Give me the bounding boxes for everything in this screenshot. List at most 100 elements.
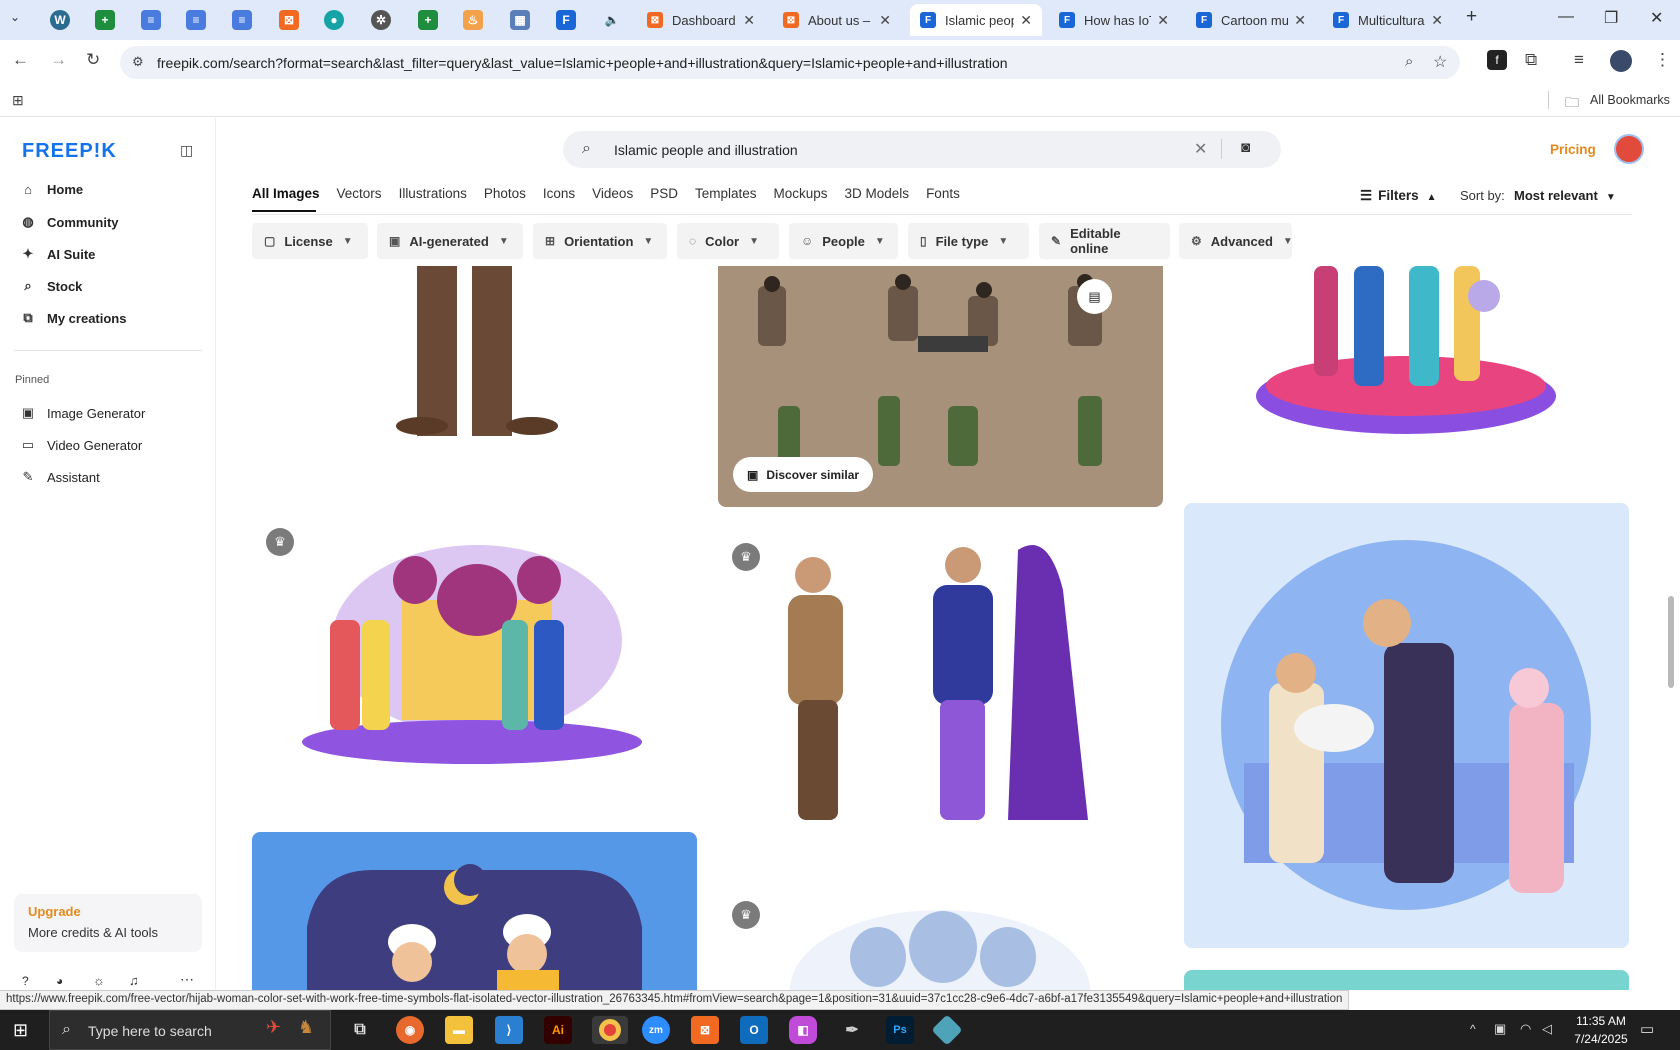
docs-icon[interactable]: ≡ [232,10,252,30]
result-image[interactable] [1184,266,1629,456]
notification-icon[interactable]: ▭ [1640,1020,1654,1038]
task-view-icon[interactable]: ⧉ [346,1016,374,1044]
filters-toggle[interactable]: ☰ Filters ▲ [1360,188,1437,204]
site-settings-icon[interactable]: ⚙ [132,54,144,70]
media-control-icon[interactable]: ≡ [1574,50,1584,70]
sidebar-item-image-generator[interactable]: ▣ Image Generator [20,405,145,421]
firefox-icon[interactable]: ◉ [396,1016,424,1044]
tab-vectors[interactable]: Vectors [337,186,382,206]
extensions-puzzle-icon[interactable]: ⧉ [1525,50,1537,70]
taskbar-search-box[interactable]: ⌕ Type here to search ✈ ♞ [49,1010,331,1050]
windows-start-icon[interactable]: ⊞ [13,1020,28,1041]
tab-icons[interactable]: Icons [543,186,575,206]
help-icon[interactable]: ? [22,974,29,988]
freepik-icon[interactable]: F [556,10,576,30]
forward-icon[interactable]: → [50,50,67,70]
close-icon[interactable]: ✕ [1157,12,1169,29]
save-collection-icon[interactable]: ▤ [1077,279,1112,314]
upgrade-card[interactable]: Upgrade More credits & AI tools [14,894,202,952]
docs-icon[interactable]: ≡ [141,10,161,30]
tab-dashboard[interactable]: ⊠ Dashboard ‹ ✕ [637,4,765,36]
sidebar-item-assistant[interactable]: ✎ Assistant [20,469,100,485]
pen-tool-icon[interactable]: ✒ [838,1016,866,1044]
close-icon[interactable]: ✕ [743,12,755,29]
camera-icon[interactable]: ◙ [1241,139,1250,156]
zoom-icon[interactable]: ⌕ [1405,53,1413,70]
page-scrollbar[interactable] [1668,596,1674,688]
result-image[interactable] [1184,970,1629,990]
close-icon[interactable]: ✕ [879,12,891,29]
wordpress-icon[interactable]: W [50,10,70,30]
network-icon[interactable]: ▣ [1494,1021,1506,1037]
sidebar-item-my-creations[interactable]: ⧉ My creations [20,310,126,326]
chrome-icon[interactable] [592,1016,628,1044]
menu-dots-icon[interactable]: ⋮ [1654,50,1671,70]
xampp-icon[interactable]: ⊠ [279,10,299,30]
collapse-sidebar-icon[interactable]: ◫ [180,142,193,159]
result-image[interactable] [1184,503,1629,948]
extension-icon[interactable]: f [1487,50,1507,70]
xampp-icon[interactable]: ⊠ [691,1016,719,1044]
sidebar-item-video-generator[interactable]: ▭ Video Generator [20,437,142,453]
sidebar-item-stock[interactable]: ⌕ Stock [20,278,82,294]
new-tab-icon[interactable]: + [1466,6,1477,28]
discord-icon[interactable]: ◕ [56,974,63,988]
speaker-icon[interactable]: 🔈 [602,10,622,30]
search-input[interactable]: Islamic people and illustration [614,142,798,158]
tab-all-images[interactable]: All Images [252,186,320,206]
photos-icon[interactable]: ◧ [789,1016,817,1044]
back-icon[interactable]: ← [12,50,29,70]
tab-iot[interactable]: F How has IoT ✕ [1049,4,1179,36]
wifi-icon[interactable]: ◠ [1520,1021,1531,1037]
tab-islamic-people[interactable]: F Islamic peop ✕ [910,4,1042,36]
filter-ai-generated[interactable]: ▣ AI-generated ▼ [377,223,523,259]
filter-file-type[interactable]: ▯ File type ▼ [908,223,1029,259]
theme-icon[interactable]: ☼ [93,973,105,988]
tab-photos[interactable]: Photos [484,186,526,206]
profile-avatar[interactable] [1610,50,1632,72]
grid-app-icon[interactable]: ▦ [510,10,530,30]
bell-icon[interactable]: ♫ [129,973,139,988]
all-bookmarks-link[interactable]: All Bookmarks [1590,93,1670,107]
pricing-link[interactable]: Pricing [1550,142,1596,157]
result-image[interactable]: ▤ ▣ Discover similar [718,266,1163,507]
tab-mockups[interactable]: Mockups [774,186,828,206]
app-icon[interactable]: ● [324,10,344,30]
tab-cartoon[interactable]: F Cartoon mu ✕ [1186,4,1316,36]
clear-search-icon[interactable]: ✕ [1194,139,1207,159]
tab-videos[interactable]: Videos [592,186,633,206]
outlook-icon[interactable]: O [740,1016,768,1044]
bookmark-star-icon[interactable]: ☆ [1433,52,1447,72]
close-window-icon[interactable]: ✕ [1650,8,1663,28]
minimize-icon[interactable]: — [1558,8,1574,26]
tab-about[interactable]: ⊠ About us – ‹ ✕ [773,4,901,36]
tray-chevron-icon[interactable]: ^ [1470,1022,1476,1036]
filter-orientation[interactable]: ⊞ Orientation ▼ [533,223,667,259]
discover-similar-button[interactable]: ▣ Discover similar [733,457,874,492]
user-avatar[interactable] [1614,134,1644,164]
filter-license[interactable]: ▢ License ▼ [252,223,368,259]
url-text[interactable]: freepik.com/search?format=search&last_fi… [157,55,1008,71]
clock-time[interactable]: 11:35 AM [1566,1014,1636,1028]
sort-select[interactable]: Most relevant ▼ [1514,188,1616,203]
tab-templates[interactable]: Templates [695,186,757,206]
sheets-icon[interactable]: + [95,10,115,30]
result-image[interactable]: ♛ [718,887,1163,990]
search-bar[interactable]: ⌕ Islamic people and illustration ✕ ◙ [563,131,1281,168]
result-image[interactable] [252,832,697,990]
tab-fonts[interactable]: Fonts [926,186,960,206]
tab-illustrations[interactable]: Illustrations [399,186,467,206]
volume-icon[interactable]: ◁ [1542,1021,1552,1037]
app-icon[interactable]: ♨ [463,10,483,30]
more-icon[interactable]: ⋯ [180,971,194,988]
freepik-logo[interactable]: FREEP!K [22,140,117,163]
result-image[interactable] [252,266,697,486]
clock-date[interactable]: 7/24/2025 [1566,1032,1636,1046]
tab-3d-models[interactable]: 3D Models [845,186,910,206]
sheets-icon[interactable]: + [418,10,438,30]
close-icon[interactable]: ✕ [1020,12,1032,29]
filter-advanced[interactable]: ⚙ Advanced ▼ [1179,223,1293,259]
filter-people[interactable]: ☺ People ▼ [789,223,898,259]
apps-grid-icon[interactable]: ⊞ [12,92,24,109]
tab-multicultural[interactable]: F Multicultura ✕ [1323,4,1453,36]
